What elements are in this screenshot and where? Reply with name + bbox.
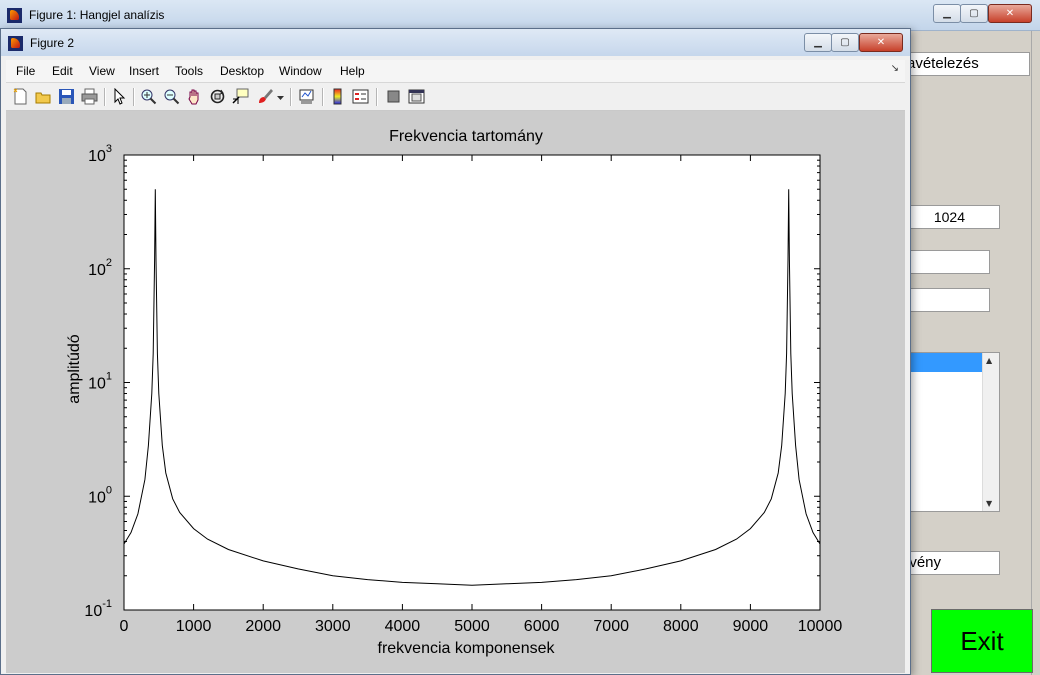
menu-desktop[interactable]: Desktop: [220, 64, 264, 78]
legend-icon[interactable]: [352, 88, 369, 105]
toolbar-separator: [104, 88, 106, 106]
toolbar-separator: [376, 88, 378, 106]
y-tick-labels: 10-1 100 101 102 103: [84, 143, 112, 620]
x-axis-label: frekvencia komponensek: [378, 640, 556, 657]
brush-icon[interactable]: [257, 88, 274, 105]
y-tick-label: 100: [88, 484, 112, 506]
close-icon[interactable]: ✕: [988, 4, 1032, 23]
figure2-title: Figure 2: [30, 36, 75, 50]
maximize-icon[interactable]: ▢: [960, 4, 988, 23]
x-tick-label: 5000: [454, 618, 490, 635]
x-tick-label: 3000: [315, 618, 351, 635]
maximize-icon[interactable]: ▢: [831, 33, 859, 52]
x-tick-label: 1000: [176, 618, 212, 635]
x-tick-labels: 0 1000 2000 3000 4000 5000 6000 7000 8000 9000 100…: [120, 618, 843, 635]
minimize-icon[interactable]: ▁: [933, 4, 961, 23]
zoom-in-icon[interactable]: [140, 88, 157, 105]
menu-window[interactable]: Window: [279, 64, 322, 78]
figure2-window: Figure 2 ▁ ▢ ✕ File Edit View Insert Too…: [0, 28, 911, 675]
y-tick-label: 101: [88, 371, 112, 393]
show-plot-tools-icon[interactable]: [408, 88, 425, 105]
matlab-icon: [8, 36, 23, 51]
y-axis-label: amplitúdó: [66, 334, 83, 403]
save-icon[interactable]: [58, 88, 75, 105]
x-tick-label: 4000: [385, 618, 421, 635]
colorbar-icon[interactable]: [329, 88, 346, 105]
minimize-icon[interactable]: ▁: [804, 33, 832, 52]
figure1-titlebar[interactable]: Figure 1: Hangjel analízis ▁ ▢ ✕: [0, 0, 1040, 31]
listbox-scrollbar[interactable]: ▲ ▼: [982, 353, 999, 511]
matlab-icon: [7, 8, 22, 23]
scroll-down-icon[interactable]: ▼: [986, 499, 992, 508]
dock-arrow-icon[interactable]: ↘: [891, 63, 899, 74]
menu-view[interactable]: View: [89, 64, 115, 78]
y-tick-label: 10-1: [84, 598, 112, 620]
y-tick-label: 102: [88, 257, 112, 279]
figure-toolbar: [6, 84, 905, 111]
y-tick-label: 103: [88, 143, 112, 165]
x-tick-label: 8000: [663, 618, 699, 635]
scroll-up-icon[interactable]: ▲: [986, 356, 992, 365]
link-plot-icon[interactable]: [298, 88, 315, 105]
plot-area[interactable]: 0 1000 2000 3000 4000 5000 6000 7000 8000 9000 100…: [6, 111, 905, 673]
chart-title: Frekvencia tartomány: [389, 128, 543, 145]
toolbar-separator: [133, 88, 135, 106]
menu-file[interactable]: File: [16, 64, 35, 78]
x-tick-label: 0: [120, 618, 129, 635]
menu-help[interactable]: Help: [340, 64, 365, 78]
x-tick-label: 10000: [798, 618, 843, 635]
zoom-out-icon[interactable]: [163, 88, 180, 105]
close-icon[interactable]: ✕: [859, 33, 903, 52]
menu-tools[interactable]: Tools: [175, 64, 203, 78]
toolbar-separator: [290, 88, 292, 106]
x-tick-label: 7000: [593, 618, 629, 635]
new-figure-icon[interactable]: [12, 88, 29, 105]
menu-insert[interactable]: Insert: [129, 64, 159, 78]
menu-edit[interactable]: Edit: [52, 64, 73, 78]
brush-dropdown-icon[interactable]: [276, 88, 285, 105]
figure-canvas: 0 1000 2000 3000 4000 5000 6000 7000 8000 9000 100…: [6, 111, 905, 673]
x-tick-label: 2000: [245, 618, 281, 635]
exit-button[interactable]: Exit: [931, 609, 1033, 673]
edit-plot-arrow-icon[interactable]: [111, 88, 128, 105]
open-file-icon[interactable]: [35, 88, 52, 105]
x-tick-label: 9000: [733, 618, 769, 635]
figure2-titlebar[interactable]: Figure 2 ▁ ▢ ✕: [1, 29, 910, 56]
menubar: File Edit View Insert Tools Desktop Wind…: [6, 60, 905, 83]
toolbar-separator: [322, 88, 324, 106]
x-tick-label: 6000: [524, 618, 560, 635]
data-cursor-icon[interactable]: [232, 88, 249, 105]
figure1-title: Figure 1: Hangjel analízis: [29, 8, 165, 22]
axes-box[interactable]: [123, 154, 821, 611]
print-icon[interactable]: [81, 88, 98, 105]
hide-plot-tools-icon[interactable]: [385, 88, 402, 105]
rotate-3d-icon[interactable]: [209, 88, 226, 105]
pan-hand-icon[interactable]: [186, 88, 203, 105]
